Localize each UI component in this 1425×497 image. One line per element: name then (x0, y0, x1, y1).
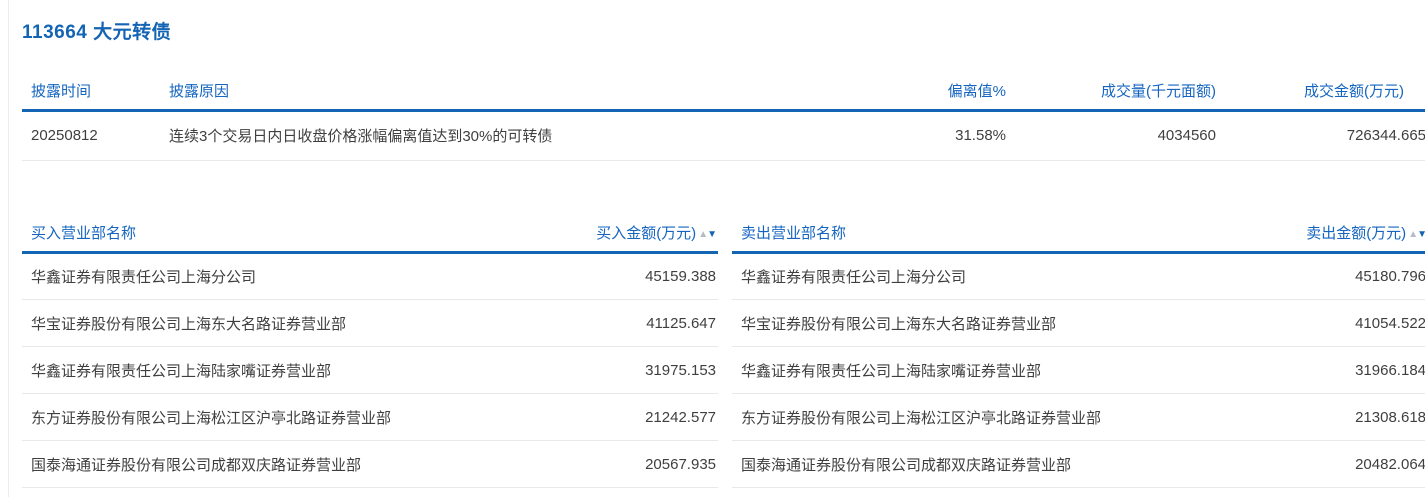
branch-amount-cell: 31966.184 (1238, 347, 1425, 394)
col-header-disclosure-date: 披露时间 (22, 72, 160, 110)
page-title: 113664 大元转债 (22, 22, 1425, 44)
buy-table-body: 华鑫证券有限责任公司上海分公司 45159.388 华宝证券股份有限公司上海东大… (22, 253, 718, 488)
col-header-buy-amount-sort[interactable]: 买入金额(万元)▲▼ (528, 215, 718, 253)
branch-name-cell: 国泰海通证券股份有限公司成都双庆路证券营业部 (22, 441, 528, 488)
branch-name-cell: 华宝证券股份有限公司上海东大名路证券营业部 (732, 300, 1238, 347)
branch-amount-cell: 45159.388 (528, 253, 718, 300)
buy-amount-header-label: 买入金额(万元) (596, 225, 696, 242)
branch-amount-cell: 41054.522 (1238, 300, 1425, 347)
col-header-disclosure-reason: 披露原因 (160, 72, 808, 110)
branch-amount-cell: 31975.153 (528, 347, 718, 394)
table-row: 华鑫证券有限责任公司上海陆家嘴证券营业部 31966.184 (732, 347, 1425, 394)
branch-amount-cell: 21242.577 (528, 394, 718, 441)
branch-name-cell: 华鑫证券有限责任公司上海分公司 (22, 253, 528, 300)
branch-name-cell: 华鑫证券有限责任公司上海陆家嘴证券营业部 (732, 347, 1238, 394)
branch-name-cell: 华宝证券股份有限公司上海东大名路证券营业部 (22, 300, 528, 347)
buy-table: 买入营业部名称 买入金额(万元)▲▼ 华鑫证券有限责任公司上海分公司 45159… (22, 215, 718, 489)
bond-lhb-page: 113664 大元转债 披露时间 披露原因 偏离值% 成交量(千元面额) 成交金… (8, 0, 1425, 497)
branch-name-cell: 华鑫证券有限责任公司上海陆家嘴证券营业部 (22, 347, 528, 394)
sort-desc-icon[interactable]: ▼ (1417, 229, 1425, 240)
branch-amount-cell: 20567.935 (528, 441, 718, 488)
sell-amount-header-label: 卖出金额(万元) (1306, 225, 1406, 242)
table-row: 华鑫证券有限责任公司上海分公司 45180.796 (732, 253, 1425, 300)
branch-amount-cell: 45180.796 (1238, 253, 1425, 300)
disclosure-table: 披露时间 披露原因 偏离值% 成交量(千元面额) 成交金额(万元) 202508… (22, 72, 1425, 161)
branch-amount-cell: 21308.618 (1238, 394, 1425, 441)
branch-tables-section: 买入营业部名称 买入金额(万元)▲▼ 华鑫证券有限责任公司上海分公司 45159… (22, 215, 1425, 489)
disclosure-row: 20250812 连续3个交易日内日收盘价格涨幅偏离值达到30%的可转债 31.… (22, 110, 1425, 160)
col-header-buy-branch-name: 买入营业部名称 (22, 215, 528, 253)
volume-cell: 4034560 (1008, 110, 1218, 160)
branch-name-cell: 东方证券股份有限公司上海松江区沪亭北路证券营业部 (732, 394, 1238, 441)
branch-name-cell: 华鑫证券有限责任公司上海分公司 (732, 253, 1238, 300)
branch-name-cell: 东方证券股份有限公司上海松江区沪亭北路证券营业部 (22, 394, 528, 441)
col-header-deviation: 偏离值% (808, 72, 1008, 110)
sell-table: 卖出营业部名称 卖出金额(万元)▲▼ 华鑫证券有限责任公司上海分公司 45180… (732, 215, 1425, 489)
table-row: 华宝证券股份有限公司上海东大名路证券营业部 41125.647 (22, 300, 718, 347)
sort-desc-icon[interactable]: ▼ (707, 229, 716, 240)
table-row: 东方证券股份有限公司上海松江区沪亭北路证券营业部 21242.577 (22, 394, 718, 441)
sort-asc-icon[interactable]: ▲ (1408, 229, 1417, 240)
col-header-sell-amount-sort[interactable]: 卖出金额(万元)▲▼ (1238, 215, 1425, 253)
table-row: 东方证券股份有限公司上海松江区沪亭北路证券营业部 21308.618 (732, 394, 1425, 441)
branch-amount-cell: 20482.064 (1238, 441, 1425, 488)
table-row: 华鑫证券有限责任公司上海分公司 45159.388 (22, 253, 718, 300)
col-header-volume: 成交量(千元面额) (1008, 72, 1218, 110)
disclosure-table-header: 披露时间 披露原因 偏离值% 成交量(千元面额) 成交金额(万元) (22, 72, 1425, 110)
branch-name-cell: 国泰海通证券股份有限公司成都双庆路证券营业部 (732, 441, 1238, 488)
table-row: 华鑫证券有限责任公司上海陆家嘴证券营业部 31975.153 (22, 347, 718, 394)
branch-amount-cell: 41125.647 (528, 300, 718, 347)
buy-table-panel: 买入营业部名称 买入金额(万元)▲▼ 华鑫证券有限责任公司上海分公司 45159… (22, 215, 718, 489)
deviation-cell: 31.58% (808, 110, 1008, 160)
col-header-sell-branch-name: 卖出营业部名称 (732, 215, 1238, 253)
table-row: 华宝证券股份有限公司上海东大名路证券营业部 41054.522 (732, 300, 1425, 347)
turnover-cell: 726344.665 (1218, 110, 1425, 160)
table-row: 国泰海通证券股份有限公司成都双庆路证券营业部 20482.064 (732, 441, 1425, 488)
table-row: 国泰海通证券股份有限公司成都双庆路证券营业部 20567.935 (22, 441, 718, 488)
col-header-turnover: 成交金额(万元) (1218, 72, 1425, 110)
sell-table-body: 华鑫证券有限责任公司上海分公司 45180.796 华宝证券股份有限公司上海东大… (732, 253, 1425, 488)
sort-asc-icon[interactable]: ▲ (698, 229, 707, 240)
sort-icons[interactable]: ▲▼ (698, 229, 716, 240)
disclosure-reason-cell: 连续3个交易日内日收盘价格涨幅偏离值达到30%的可转债 (160, 110, 808, 160)
sort-icons[interactable]: ▲▼ (1408, 229, 1425, 240)
sell-table-panel: 卖出营业部名称 卖出金额(万元)▲▼ 华鑫证券有限责任公司上海分公司 45180… (732, 215, 1425, 489)
disclosure-date-cell: 20250812 (22, 110, 160, 160)
